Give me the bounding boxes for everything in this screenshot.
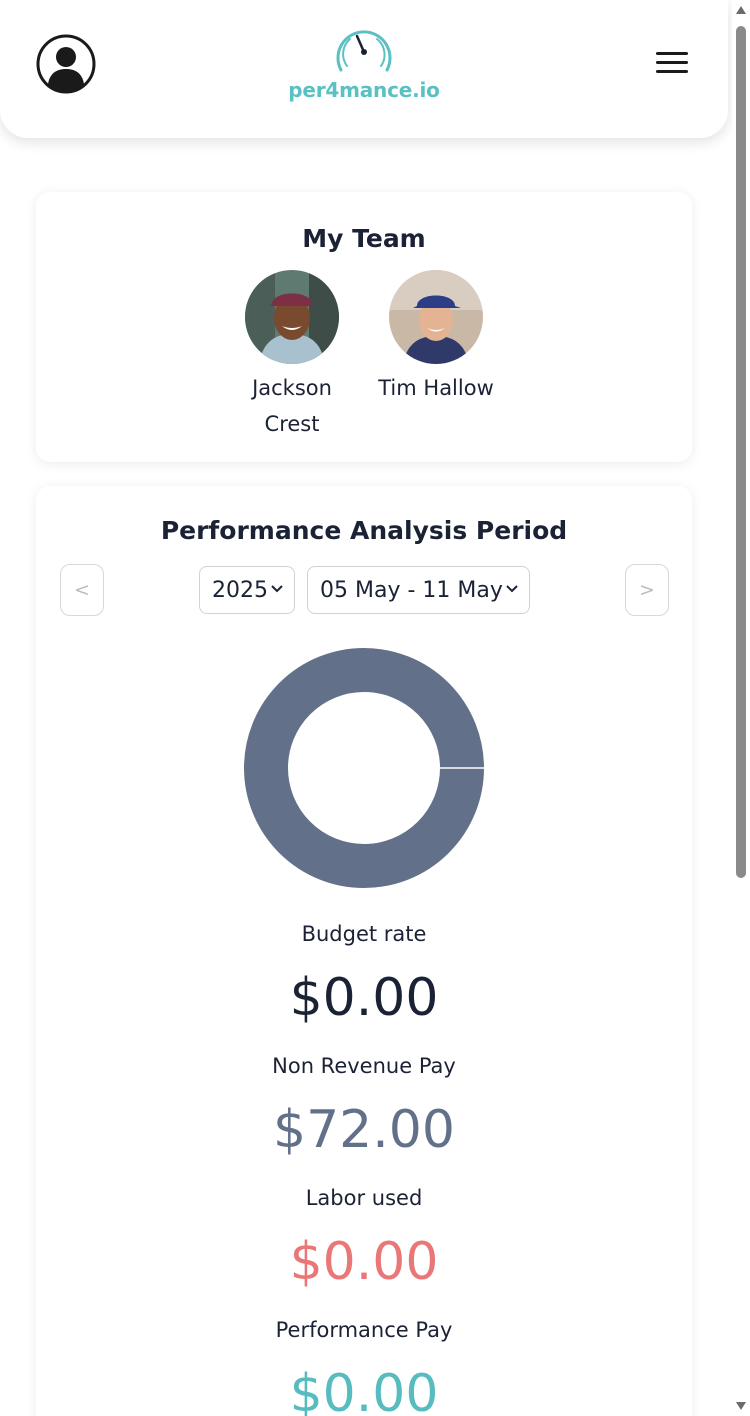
week-select-value: 05 May - 11 May	[320, 577, 503, 603]
next-period-button[interactable]: >	[625, 564, 669, 616]
budget-rate-value: $0.00	[289, 968, 439, 1028]
performance-title: Performance Analysis Period	[160, 516, 568, 545]
performance-pay-label: Performance Pay	[275, 1318, 453, 1342]
my-team-card: My Team Jackson Crest Tim Hallow	[36, 192, 692, 462]
member-name-line1: Jackson	[252, 376, 332, 400]
year-select[interactable]: 2025	[199, 566, 295, 614]
logo-text: per4mance.io	[288, 78, 440, 102]
non-revenue-pay-value: $72.00	[273, 1100, 455, 1160]
previous-period-button[interactable]: <	[60, 564, 104, 616]
page-scrollbar[interactable]	[732, 0, 750, 1416]
member-name-line1: Tim Hallow	[378, 376, 494, 400]
scroll-up-arrow-icon[interactable]	[736, 6, 746, 14]
member-avatar	[389, 270, 483, 364]
week-select[interactable]: 05 May - 11 May	[307, 566, 530, 614]
app-header: per4mance.io	[0, 0, 728, 138]
speedometer-icon	[336, 30, 392, 72]
hamburger-menu-line	[656, 70, 688, 73]
member-name-line2: Crest	[264, 412, 320, 436]
non-revenue-pay-label: Non Revenue Pay	[272, 1054, 456, 1078]
budget-rate-label: Budget rate	[301, 922, 427, 946]
team-member-jackson[interactable]: Jackson Crest	[222, 270, 362, 442]
performance-donut-chart	[244, 648, 484, 888]
member-name: Jackson Crest	[222, 370, 362, 442]
labor-used-label: Labor used	[305, 1186, 423, 1210]
performance-card: Performance Analysis Period < 2025 05 Ma…	[36, 486, 692, 1416]
year-select-value: 2025	[212, 577, 268, 603]
user-circle-icon	[36, 34, 96, 94]
labor-used-value: $0.00	[289, 1232, 439, 1292]
chevron-down-icon	[506, 585, 518, 593]
scrollbar-thumb[interactable]	[736, 26, 746, 878]
hamburger-menu-icon	[656, 52, 688, 55]
donut-ring	[244, 648, 484, 888]
hamburger-menu-button[interactable]	[656, 52, 688, 76]
team-title: My Team	[302, 224, 426, 253]
member-avatar	[245, 270, 339, 364]
performance-pay-value: $0.00	[289, 1364, 439, 1416]
scroll-down-arrow-icon[interactable]	[736, 1402, 746, 1410]
chevron-down-icon	[271, 585, 283, 593]
profile-button[interactable]	[36, 34, 96, 94]
app-logo[interactable]: per4mance.io	[284, 22, 444, 106]
member-name: Tim Hallow	[366, 370, 506, 406]
hamburger-menu-line	[656, 61, 688, 64]
team-member-tim[interactable]: Tim Hallow	[366, 270, 506, 406]
